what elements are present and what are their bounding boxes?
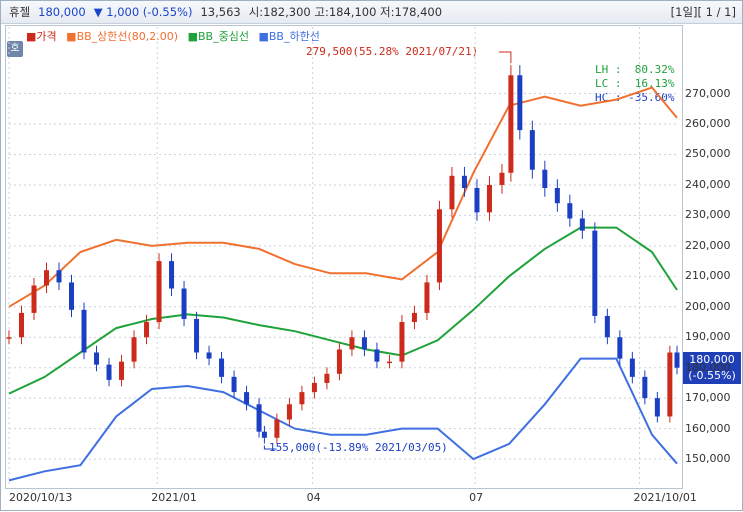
price-candle bbox=[567, 203, 573, 219]
price-candle bbox=[474, 187, 480, 213]
y-tick-label: 170,000 bbox=[685, 391, 731, 405]
price-candle bbox=[654, 398, 660, 417]
price-candle bbox=[449, 175, 455, 210]
price-candle bbox=[286, 404, 292, 420]
y-tick-label: 210,000 bbox=[685, 269, 731, 283]
price-candle bbox=[206, 352, 212, 359]
price-candle bbox=[219, 358, 225, 377]
price-candle bbox=[486, 184, 492, 213]
price-candle bbox=[554, 187, 560, 204]
price-candle bbox=[461, 175, 467, 188]
price-candle bbox=[542, 169, 548, 188]
y-tick-label: 270,000 bbox=[685, 86, 731, 100]
price-candle bbox=[106, 364, 112, 380]
price-candle bbox=[181, 288, 187, 319]
price-candle bbox=[424, 282, 430, 313]
x-tick-label: 2021/01 bbox=[151, 491, 197, 504]
y-tick-label: 240,000 bbox=[685, 177, 731, 191]
price-candle bbox=[169, 261, 175, 289]
price-candle bbox=[361, 337, 367, 350]
price-candle bbox=[411, 312, 417, 323]
price-candle bbox=[336, 349, 342, 374]
price-candle bbox=[349, 337, 355, 350]
x-tick-label: 07 bbox=[469, 491, 484, 504]
price-candle bbox=[517, 75, 523, 131]
price-candle bbox=[119, 361, 125, 380]
price-candle bbox=[311, 382, 317, 393]
price-candle bbox=[617, 337, 623, 359]
y-tick-label: 220,000 bbox=[685, 238, 731, 252]
price-candle bbox=[256, 404, 262, 432]
y-tick-label: 230,000 bbox=[685, 208, 731, 222]
price-candle bbox=[374, 349, 380, 362]
price-candle bbox=[231, 376, 237, 393]
chart-window: 휴젤 180,000 ▼ 1,000 (-0.55%) 13,563 시:182… bbox=[0, 0, 743, 511]
price-candle bbox=[529, 130, 535, 170]
price-candle bbox=[604, 315, 610, 338]
price-candle bbox=[386, 361, 392, 364]
x-tick-label: 2020/10/13 bbox=[9, 491, 73, 504]
price-candle bbox=[629, 358, 635, 377]
y-tick-label: 180,000 bbox=[685, 360, 731, 374]
price-candle bbox=[274, 419, 280, 438]
y-tick-label: 190,000 bbox=[685, 330, 731, 344]
y-tick-label: 200,000 bbox=[685, 299, 731, 313]
price-candle bbox=[156, 261, 162, 323]
price-candle bbox=[667, 352, 673, 417]
price-candle bbox=[674, 352, 680, 368]
price-candle bbox=[131, 337, 137, 362]
price-candle bbox=[56, 270, 62, 283]
high-marker-line bbox=[498, 51, 512, 64]
price-candle bbox=[592, 230, 598, 316]
price-candle bbox=[299, 392, 305, 405]
y-tick-label: 260,000 bbox=[685, 117, 731, 131]
price-candle bbox=[44, 270, 50, 286]
price-candle bbox=[81, 309, 87, 353]
price-candle bbox=[399, 322, 405, 362]
price-candle bbox=[579, 218, 585, 231]
price-chart bbox=[6, 27, 680, 487]
price-candle bbox=[261, 431, 267, 438]
price-candle bbox=[194, 318, 200, 353]
price-candle bbox=[31, 285, 37, 313]
x-tick-label: 2021/10/01 bbox=[633, 491, 697, 504]
x-tick-label: 04 bbox=[306, 491, 321, 504]
y-tick-label: 150,000 bbox=[685, 452, 731, 466]
y-tick-label: 250,000 bbox=[685, 147, 731, 161]
price-candle bbox=[436, 209, 442, 283]
price-candle bbox=[244, 392, 250, 405]
price-candle bbox=[6, 337, 12, 339]
y-tick-label: 160,000 bbox=[685, 421, 731, 435]
low-marker-line bbox=[263, 445, 277, 450]
price-candle bbox=[144, 322, 150, 338]
price-candle bbox=[642, 376, 648, 399]
price-candle bbox=[94, 352, 100, 365]
upper-band-line bbox=[8, 86, 678, 308]
price-candle bbox=[19, 312, 25, 338]
price-candle bbox=[508, 75, 514, 173]
price-candle bbox=[499, 172, 505, 185]
price-candle bbox=[69, 282, 75, 310]
price-candle bbox=[324, 373, 330, 383]
